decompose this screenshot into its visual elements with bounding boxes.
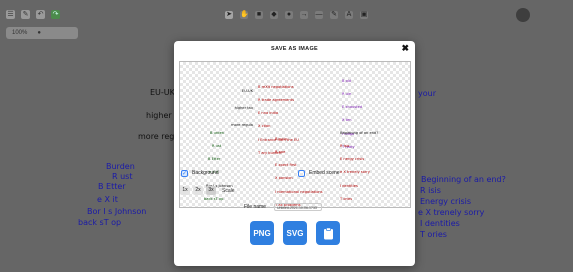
canvas-word: T ories	[420, 230, 447, 239]
preview-line: EU-UK	[241, 88, 253, 93]
canvas-word: R ust	[112, 172, 133, 181]
canvas-word: R isis	[420, 186, 441, 195]
canvas-word: e X it	[97, 195, 118, 204]
preview-line: Beginning of an end?	[340, 130, 379, 135]
left-toolbar: ☰ ✎ ↶ ↷	[6, 10, 60, 19]
preview-line: E xhausted	[342, 105, 363, 110]
rectangle-tool-icon[interactable]: ■	[255, 11, 263, 19]
preview-line: R ape	[275, 150, 286, 155]
dialog-title: SAVE AS IMAGE	[271, 46, 318, 52]
preview-text: B urden R ust B Etter e X it Bor I s Joh…	[204, 122, 233, 207]
canvas-label: more reg	[138, 132, 175, 141]
canvas-word: Burden	[106, 162, 135, 171]
shape-toolbar: ➤ ✋ ■ ◆ ● → — ✎ A ▣	[225, 11, 368, 19]
hand-tool-icon[interactable]: ✋	[240, 11, 249, 19]
preview-line: T ories	[340, 196, 353, 201]
embed-scene-label: Embed scene	[309, 170, 340, 176]
reset-zoom-icon[interactable]: ●	[37, 30, 41, 36]
preview-text: B runo R ape E xpect first X pansion I n…	[275, 128, 323, 207]
canvas-word: Beginning of an end?	[421, 175, 506, 184]
export-svg-button[interactable]: SVG	[283, 221, 307, 245]
filename-input[interactable]: Untitled-2021-10-06-1733	[273, 203, 322, 211]
preview-line: B old	[342, 78, 352, 83]
export-png-button[interactable]: PNG	[250, 221, 274, 245]
filename-row: File name Untitled-2021-10-06-1733	[244, 203, 322, 211]
pen-icon[interactable]: ✎	[21, 10, 30, 19]
canvas-word: B Etter	[98, 182, 126, 191]
scale-label: Scale	[222, 187, 235, 194]
image-tool-icon[interactable]: ▣	[360, 11, 368, 19]
undo-icon[interactable]: ↶	[36, 10, 45, 19]
clipboard-icon	[323, 226, 333, 239]
filename-label: File name	[244, 204, 266, 210]
close-icon[interactable]: ✖	[401, 44, 409, 53]
preview-line: I nternational negotiations	[275, 189, 323, 194]
canvas-label: higher	[146, 111, 172, 120]
canvas-label: EU-UK	[150, 88, 175, 97]
scale-1x-button[interactable]: 1x	[180, 186, 190, 195]
diamond-tool-icon[interactable]: ◆	[270, 11, 278, 19]
redo-icon[interactable]: ↷	[51, 10, 60, 19]
preview-line: B runo	[275, 136, 287, 141]
preview-line: R trade agreements	[258, 98, 294, 103]
preview-line: B urden	[210, 130, 225, 135]
preview-line: B reXit negotiations	[258, 84, 294, 89]
preview-text: Beginning of an end? R isis E nergy cris…	[340, 122, 379, 207]
preview-line: B Etter	[208, 157, 221, 162]
save-as-image-dialog: SAVE AS IMAGE ✖ EU-UK higher tax more re…	[174, 41, 415, 266]
background-checkbox[interactable]: ✓	[181, 170, 188, 177]
canvas-word: Bor I s Johnson	[87, 207, 147, 216]
canvas-word: I dentities	[420, 219, 460, 228]
zoom-control[interactable]: 100% ●	[6, 27, 78, 39]
preview-line: E nna india	[258, 111, 279, 116]
preview-line: back sT op	[204, 196, 224, 201]
preview-line: E nergy crisis	[340, 157, 365, 162]
canvas-word: e X trenely sorry	[418, 208, 485, 217]
zoom-value: 100%	[12, 30, 28, 36]
text-tool-icon[interactable]: A	[345, 11, 353, 19]
export-buttons: PNG SVG	[250, 221, 340, 245]
preview-line: R ule	[342, 92, 352, 97]
preview-line: I dentities	[340, 183, 358, 188]
scale-selector: 1x 2x 3x Scale	[180, 186, 235, 195]
select-tool-icon[interactable]: ➤	[225, 11, 233, 19]
preview-line: R ust	[212, 144, 222, 149]
embed-scene-checkbox[interactable]	[298, 170, 305, 177]
menu-icon[interactable]: ☰	[6, 10, 15, 19]
ellipse-tool-icon[interactable]: ●	[285, 11, 293, 19]
preview-line: higher tax	[234, 106, 253, 111]
draw-tool-icon[interactable]: ✎	[330, 11, 338, 19]
export-options: ✓ Background Embed scene	[174, 169, 415, 181]
line-tool-icon[interactable]: —	[315, 11, 323, 19]
scale-2x-button[interactable]: 2x	[193, 186, 203, 195]
canvas-word: back sT op	[78, 218, 122, 227]
canvas-word: Energy crisis	[420, 197, 472, 206]
scale-3x-button[interactable]: 3x	[206, 186, 216, 195]
preview-line: R isis	[340, 144, 350, 149]
preview-line: E xpect first	[275, 163, 297, 168]
copy-to-clipboard-button[interactable]	[316, 221, 340, 245]
background-label: Background	[192, 170, 219, 176]
user-avatar[interactable]	[516, 8, 530, 22]
canvas-label: your	[418, 89, 436, 98]
arrow-tool-icon[interactable]: →	[300, 11, 308, 19]
